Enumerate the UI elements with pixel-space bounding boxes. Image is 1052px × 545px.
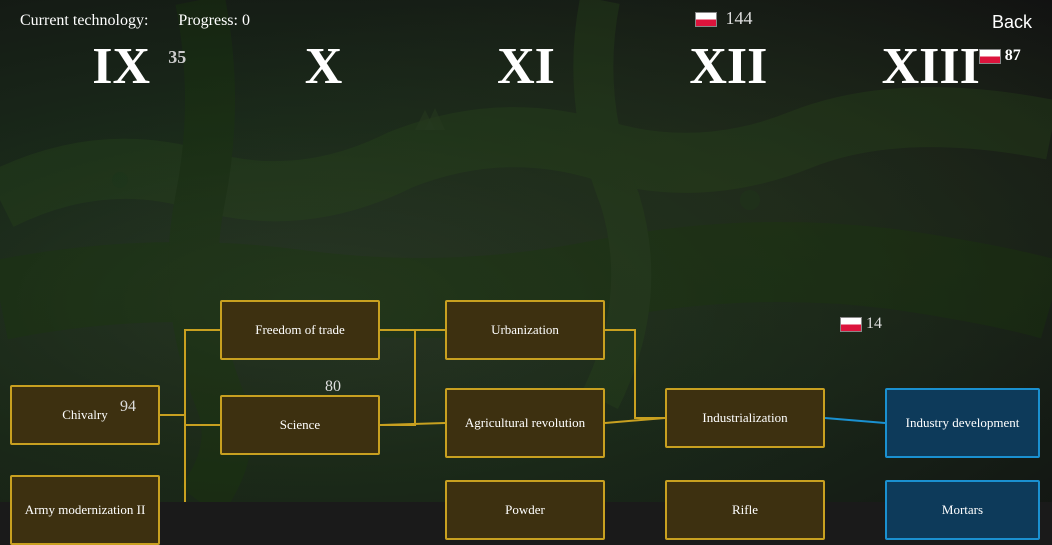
- header: Current technology: Progress: 0 Back: [0, 0, 1052, 42]
- tech-node-chivalry[interactable]: Chivalry: [10, 385, 160, 445]
- tech-node-industrialization[interactable]: Industrialization: [665, 388, 825, 448]
- tech-node-science[interactable]: Science: [220, 395, 380, 455]
- era-labels: IX 35 X XI XII XIII 87: [0, 37, 1052, 96]
- era-xi: XI: [431, 37, 621, 96]
- progress-label: Progress: 0: [178, 12, 250, 30]
- era-xiii: XIII 87: [836, 37, 1026, 96]
- ui-layer: Current technology: Progress: 0 Back IX …: [0, 0, 1052, 502]
- tech-node-urbanization[interactable]: Urbanization: [445, 300, 605, 360]
- flag-icon-xiii: [979, 49, 1001, 64]
- tech-node-freedom_of_trade[interactable]: Freedom of trade: [220, 300, 380, 360]
- map-number-87-flag: 14: [840, 315, 882, 333]
- tech-node-powder[interactable]: Powder: [445, 480, 605, 540]
- map-number-80: 80: [325, 378, 341, 396]
- map-number-94: 94: [120, 398, 136, 416]
- tech-node-army_mod[interactable]: Army modernization II: [10, 475, 160, 545]
- current-tech-label: Current technology:: [20, 12, 148, 30]
- tech-node-agri_rev[interactable]: Agricultural revolution: [445, 388, 605, 458]
- map-number-144: 144: [695, 8, 753, 29]
- era-x: X: [229, 37, 419, 96]
- tech-node-mortars[interactable]: Mortars: [885, 480, 1040, 540]
- tech-node-industry_dev[interactable]: Industry development: [885, 388, 1040, 458]
- back-button[interactable]: Back: [992, 12, 1032, 33]
- era-ix: IX 35: [26, 37, 216, 96]
- tech-node-rifle[interactable]: Rifle: [665, 480, 825, 540]
- tech-tree: ChivalryFreedom of tradeScienceArmy mode…: [0, 140, 1052, 502]
- era-xii: XII: [633, 37, 823, 96]
